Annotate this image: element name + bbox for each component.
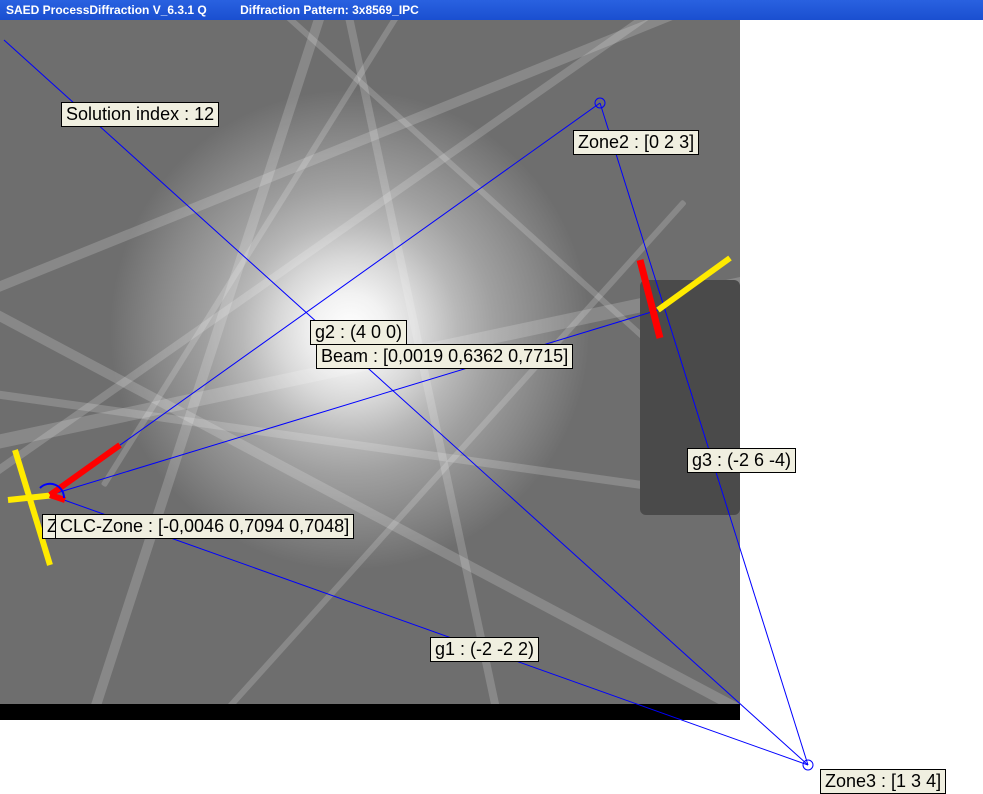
zone2-label: Zone2 : [0 2 3] [573,130,699,155]
app-title: SAED ProcessDiffraction V_6.3.1 Q [6,3,207,17]
beam-stop [640,280,740,515]
doc-name: 3x8569_IPC [352,3,419,17]
g2-label: g2 : (4 0 0) [310,320,407,345]
doc-label: Diffraction Pattern: [240,3,352,17]
window-titlebar: SAED ProcessDiffraction V_6.3.1 Q Diffra… [0,0,983,20]
diffraction-canvas[interactable]: Solution index : 12 Zone2 : [0 2 3] g2 :… [0,20,983,794]
title-spacer [207,3,240,17]
image-bottom-border [0,704,740,720]
clc-zone-label: CLC-Zone : [-0,0046 0,7094 0,7048] [55,514,354,539]
beam-label: Beam : [0,0019 0,6362 0,7715] [316,344,573,369]
solution-index-label: Solution index : 12 [61,102,219,127]
zone3-label: Zone3 : [1 3 4] [820,769,946,794]
g3-label: g3 : (-2 6 -4) [687,448,796,473]
g1-label: g1 : (-2 -2 2) [430,637,539,662]
